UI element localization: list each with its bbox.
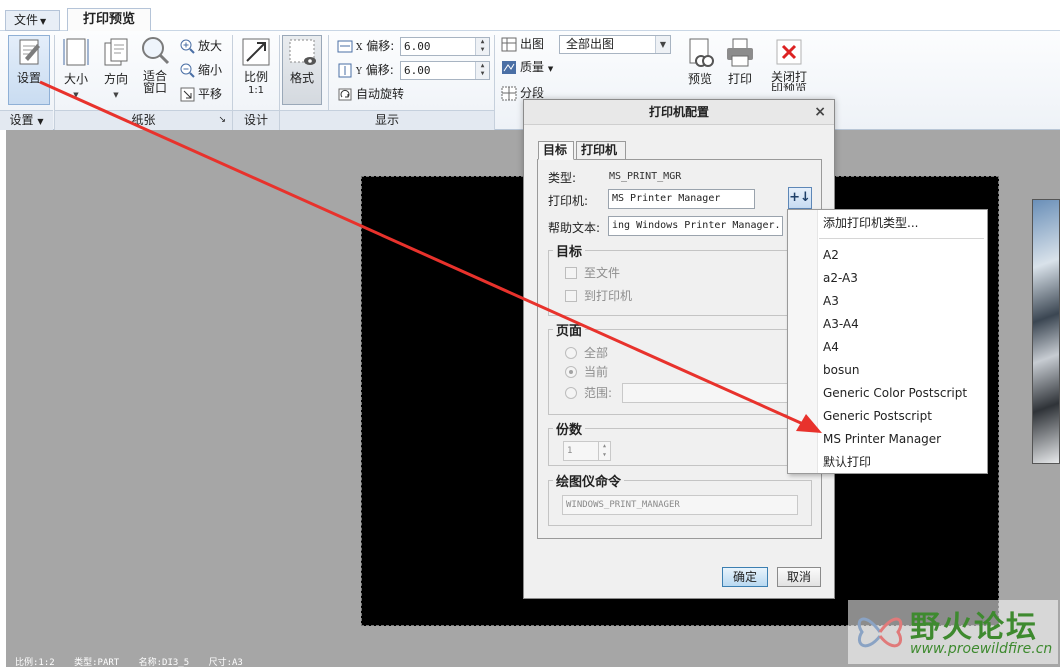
arrow-line	[39, 80, 813, 430]
watermark: 野火论坛 www.proewildfire.cn	[848, 600, 1058, 664]
watermark-text: 野火论坛	[910, 610, 1038, 645]
butterfly-logo-icon	[857, 617, 903, 648]
annotation-arrow	[39, 80, 822, 433]
tab-target[interactable]: 目标	[538, 141, 574, 160]
watermark-url: www.proewildfire.cn	[910, 641, 1053, 657]
